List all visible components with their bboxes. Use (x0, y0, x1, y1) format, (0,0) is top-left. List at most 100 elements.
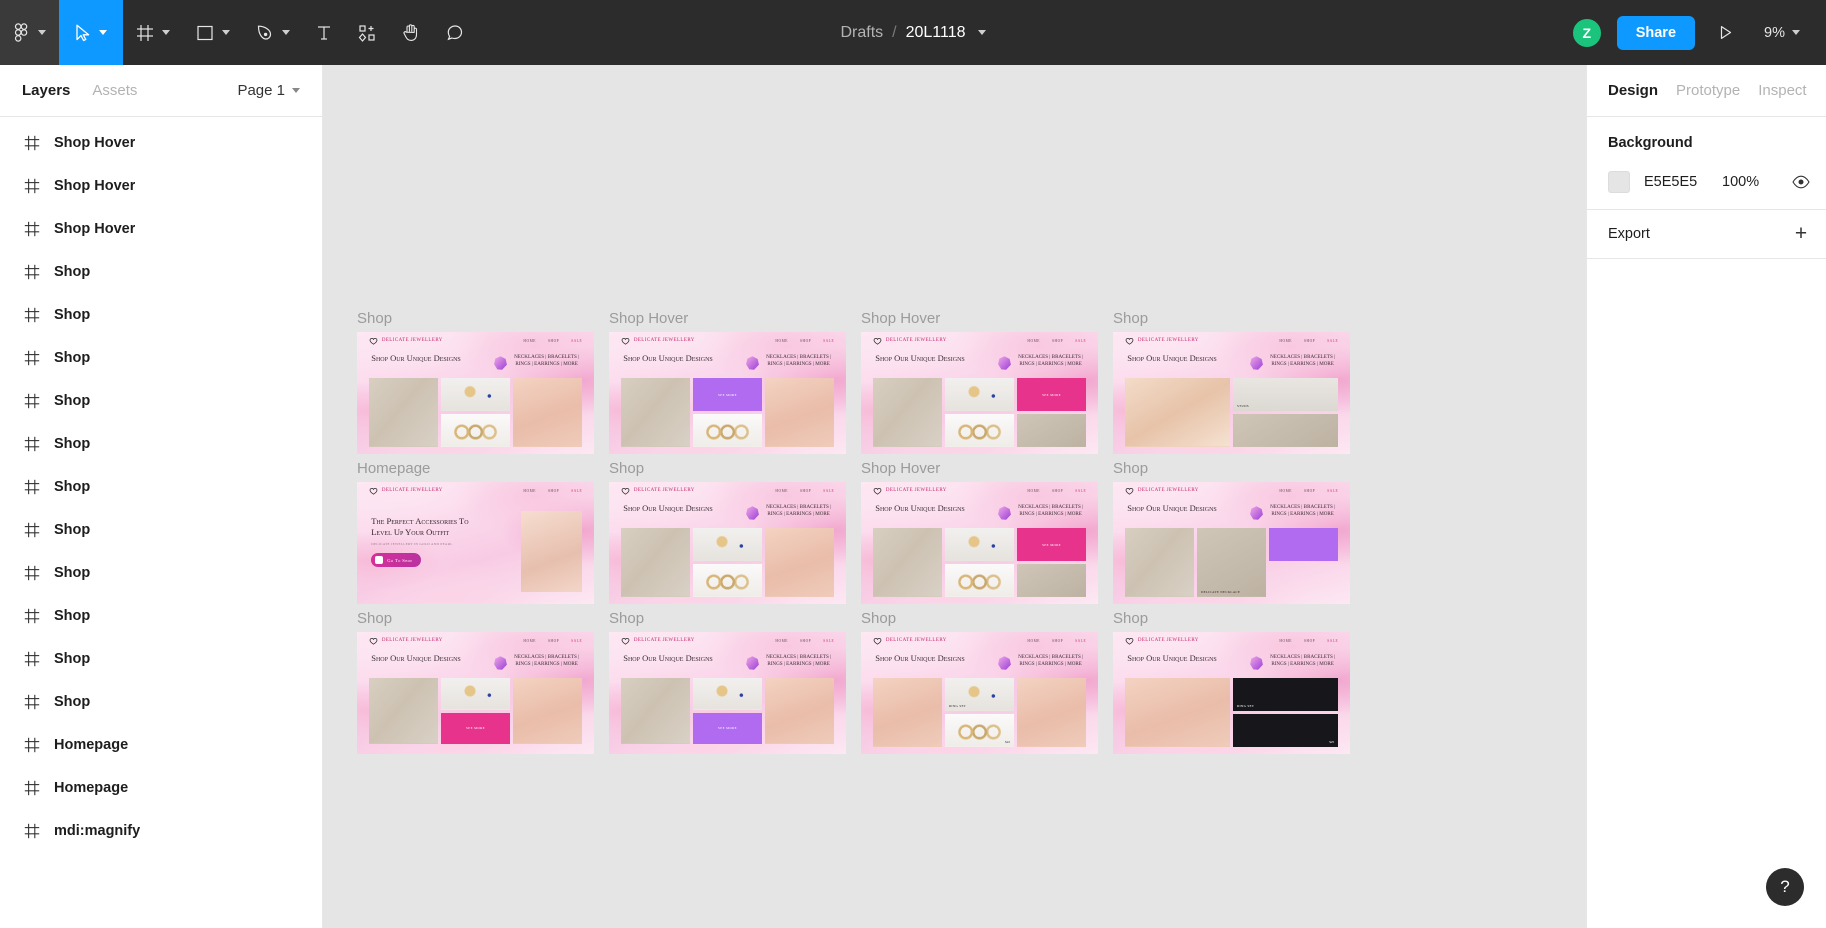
share-button[interactable]: Share (1616, 15, 1696, 50)
canvas-frame[interactable]: Shop DELICATE JEWELLERY HOME SHOP SALE S… (1113, 461, 1350, 604)
tab-layers[interactable]: Layers (22, 82, 70, 99)
layer-row[interactable]: Shop (0, 551, 322, 594)
components-icon (358, 24, 375, 42)
help-button[interactable]: ? (1766, 868, 1804, 906)
gem-icon (1250, 656, 1263, 670)
frame-label[interactable]: Shop (1113, 611, 1350, 627)
layer-row[interactable]: Shop Hover (0, 207, 322, 250)
background-visibility-toggle[interactable] (1792, 175, 1810, 189)
frame-label[interactable]: Shop Hover (861, 461, 1098, 477)
canvas-frame[interactable]: Shop DELICATE JEWELLERY HOME SHOP SALE S… (357, 611, 594, 754)
frame-content[interactable]: DELICATE JEWELLERY HOME SHOP SALE Shop O… (357, 332, 594, 454)
breadcrumb-project[interactable]: Drafts (840, 24, 883, 42)
zoom-control[interactable]: 9% (1756, 21, 1804, 45)
layer-row[interactable]: Shop (0, 250, 322, 293)
frame-label[interactable]: Shop (609, 461, 846, 477)
frame-label[interactable]: Shop Hover (609, 311, 846, 327)
frame-icon (24, 393, 40, 408)
text-tool-button[interactable] (303, 0, 345, 65)
nav-home: HOME (775, 638, 788, 643)
frame-content[interactable]: DELICATE JEWELLERY HOME SHOP SALE Shop O… (609, 482, 846, 604)
go-to-shop-button[interactable]: Go To Shop (371, 553, 422, 568)
layer-name: Shop Hover (54, 134, 136, 151)
frame-content[interactable]: DELICATE JEWELLERY HOME SHOP SALE Shop O… (609, 332, 846, 454)
frame-content[interactable]: DELICATE JEWELLERY HOME SHOP SALE Shop O… (861, 482, 1098, 604)
canvas-frame[interactable]: Shop DELICATE JEWELLERY HOME SHOP SALE S… (1113, 611, 1350, 754)
tab-design[interactable]: Design (1608, 82, 1658, 99)
product-caption: RING SET (1237, 704, 1255, 709)
tab-inspect[interactable]: Inspect (1758, 82, 1806, 99)
layer-row[interactable]: Shop (0, 680, 322, 723)
layer-row[interactable]: Homepage (0, 766, 322, 809)
frame-content[interactable]: DELICATE JEWELLERY HOME SHOP SALE Shop O… (609, 632, 846, 754)
product-tile (872, 528, 942, 597)
frame-label[interactable]: Shop (1113, 311, 1350, 327)
frame-label[interactable]: Shop (357, 311, 594, 327)
tab-prototype[interactable]: Prototype (1676, 82, 1740, 99)
layer-row[interactable]: Shop (0, 465, 322, 508)
present-button[interactable] (1709, 18, 1742, 47)
frame-label[interactable]: Shop (1113, 461, 1350, 477)
frame-label[interactable]: Homepage (357, 461, 594, 477)
layer-row[interactable]: Shop (0, 637, 322, 680)
canvas-frame[interactable]: Shop Hover DELICATE JEWELLERY HOME SHOP … (609, 311, 846, 454)
layer-row[interactable]: Shop Hover (0, 121, 322, 164)
nav-shop: SHOP (547, 338, 560, 343)
canvas-frame[interactable]: Shop DELICATE JEWELLERY HOME SHOP SALE S… (357, 311, 594, 454)
pen-tool-button[interactable] (243, 0, 303, 65)
breadcrumb-file-name[interactable]: 20L1118 (906, 24, 966, 42)
move-tool-button[interactable] (59, 0, 123, 65)
page-selector[interactable]: Page 1 (237, 82, 300, 99)
layer-row[interactable]: Homepage (0, 723, 322, 766)
layer-row[interactable]: Shop (0, 422, 322, 465)
frame-content[interactable]: DELICATE JEWELLERY HOME SHOP SALE Shop O… (1113, 632, 1350, 754)
layer-row[interactable]: Shop (0, 379, 322, 422)
canvas-frame[interactable]: Shop DELICATE JEWELLERY HOME SHOP SALE S… (861, 611, 1098, 754)
frame-label[interactable]: Shop (609, 611, 846, 627)
canvas-frame[interactable]: Shop DELICATE JEWELLERY HOME SHOP SALE S… (609, 461, 846, 604)
canvas-frame[interactable]: Homepage DELICATE JEWELLERY HOME SHOP SA… (357, 461, 594, 604)
nav-shop: SHOP (1303, 338, 1316, 343)
canvas-frame[interactable]: Shop Hover DELICATE JEWELLERY HOME SHOP … (861, 461, 1098, 604)
background-color-swatch[interactable] (1608, 171, 1630, 193)
add-export-button[interactable]: + (1792, 223, 1810, 244)
hand-tool-button[interactable] (389, 0, 433, 65)
frame-tool-button[interactable] (123, 0, 183, 65)
canvas-frame[interactable]: Shop Hover DELICATE JEWELLERY HOME SHOP … (861, 311, 1098, 454)
product-tile (944, 528, 1015, 562)
frame-content[interactable]: DELICATE JEWELLERY HOME SHOP SALE Shop O… (1113, 332, 1350, 454)
resources-tool-button[interactable] (345, 0, 389, 65)
comment-tool-button[interactable] (433, 0, 477, 65)
layer-row[interactable]: Shop Hover (0, 164, 322, 207)
frame-content[interactable]: DELICATE JEWELLERY HOME SHOP SALE Shop O… (357, 632, 594, 754)
layer-row[interactable]: Shop (0, 293, 322, 336)
frame-content[interactable]: DELICATE JEWELLERY HOME SHOP SALE Shop O… (1113, 482, 1350, 604)
tab-assets[interactable]: Assets (92, 82, 137, 99)
layer-row[interactable]: Shop (0, 508, 322, 551)
design-header: DELICATE JEWELLERY HOME SHOP SALE (621, 637, 834, 645)
product-tile (765, 528, 835, 597)
frame-content[interactable]: DELICATE JEWELLERY HOME SHOP SALE Shop O… (861, 632, 1098, 754)
product-tile (440, 414, 511, 447)
jewellery-design: DELICATE JEWELLERY HOME SHOP SALE Shop O… (609, 482, 846, 604)
canvas-frame[interactable]: Shop DELICATE JEWELLERY HOME SHOP SALE S… (609, 611, 846, 754)
layer-row[interactable]: Shop (0, 594, 322, 637)
frame-content[interactable]: DELICATE JEWELLERY HOME SHOP SALE The Pe… (357, 482, 594, 604)
file-menu-chevron-down-icon[interactable] (977, 30, 986, 35)
design-headline: Shop Our Unique Designs (1127, 652, 1217, 663)
shape-tool-button[interactable] (183, 0, 243, 65)
avatar[interactable]: Z (1570, 16, 1603, 49)
frame-content[interactable]: DELICATE JEWELLERY HOME SHOP SALE Shop O… (861, 332, 1098, 454)
product-tile: RING SET (944, 678, 1015, 712)
frame-label[interactable]: Shop (861, 611, 1098, 627)
background-hex-value[interactable]: E5E5E5 (1644, 174, 1722, 190)
layer-row[interactable]: mdi:magnify (0, 809, 322, 852)
canvas[interactable]: Shop DELICATE JEWELLERY HOME SHOP SALE S… (323, 65, 1586, 928)
heart-logo-icon (621, 337, 630, 345)
figma-menu-button[interactable] (0, 0, 59, 65)
background-opacity-value[interactable]: 100% (1722, 174, 1759, 190)
canvas-frame[interactable]: Shop DELICATE JEWELLERY HOME SHOP SALE S… (1113, 311, 1350, 454)
frame-label[interactable]: Shop (357, 611, 594, 627)
frame-label[interactable]: Shop Hover (861, 311, 1098, 327)
layer-row[interactable]: Shop (0, 336, 322, 379)
